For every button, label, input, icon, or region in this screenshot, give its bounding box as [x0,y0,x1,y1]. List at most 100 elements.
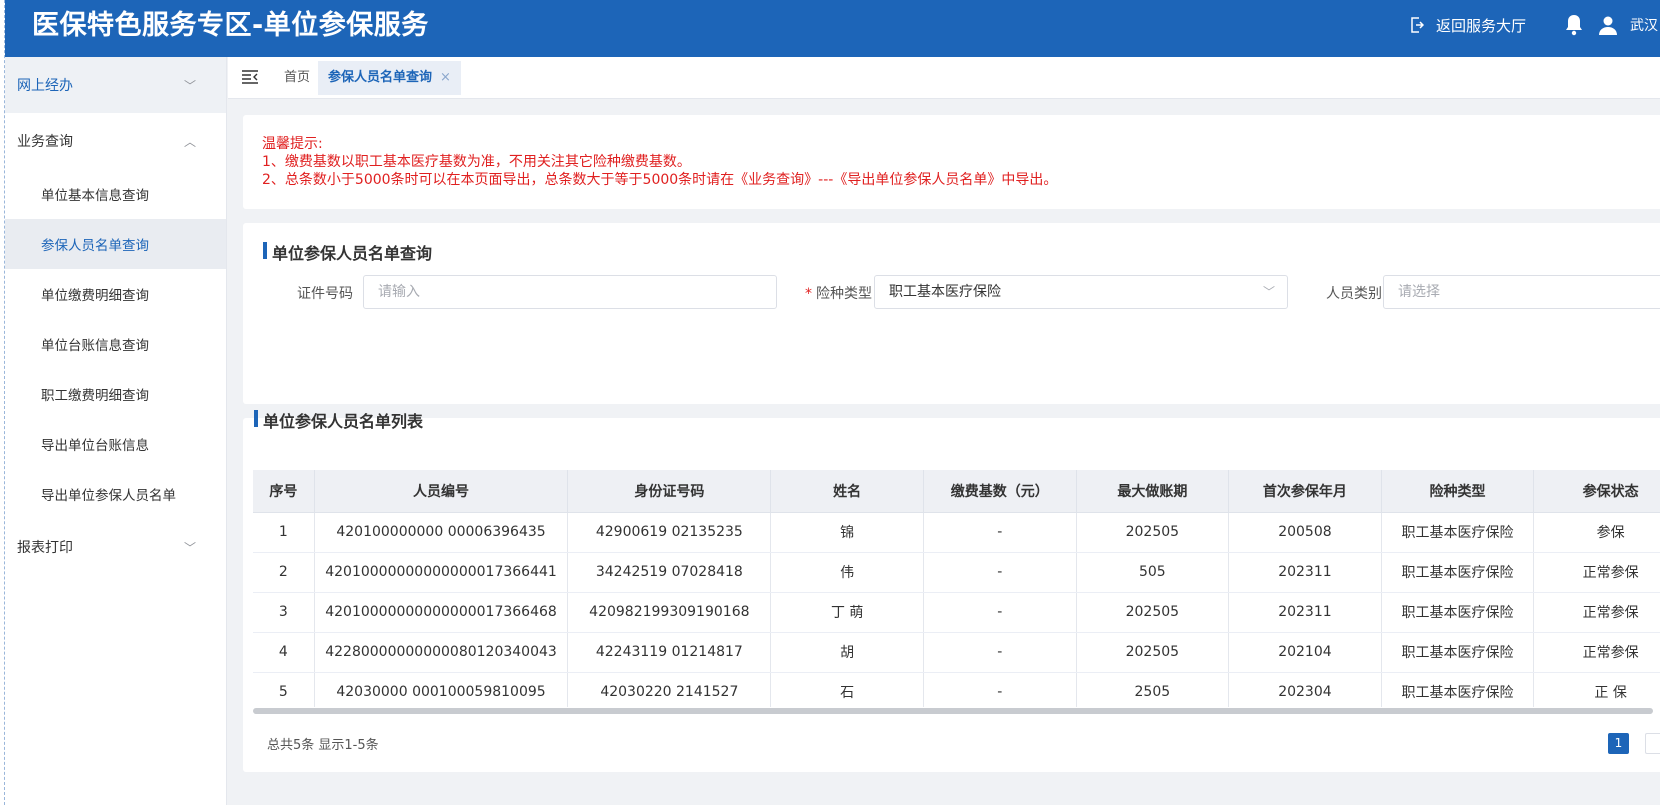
notice-line-2: 2、总条数小于5000条时可以在本页面导出，总条数大于等于5000条时请在《业务… [262,172,1058,188]
column-header: 身份证号码 [567,470,772,513]
sidebar-item-export-insured[interactable]: 导出单位参保人员名单 [5,469,226,519]
table-row[interactable]: 5 42030000 000100059810095 42030220 2141… [253,672,1660,713]
table-cell: 3 [253,592,315,633]
table-cell: 职工基本医疗保险 [1381,632,1535,673]
table-row[interactable]: 2 42010000000000000017366441 34242519 07… [253,552,1660,593]
return-hall-link[interactable]: 返回服务大厅 [1410,15,1526,36]
table-cell: 丁 萌 [770,592,924,633]
page-button-next[interactable] [1645,733,1660,754]
menu-group-label: 业务查询 [17,134,73,150]
id-number-input[interactable] [363,275,777,309]
tabs-bar: 首页 参保人员名单查询 × [228,57,1660,99]
menu-toggle-icon[interactable] [242,70,258,88]
return-hall-label: 返回服务大厅 [1436,16,1527,35]
person-category-select[interactable] [1383,275,1660,309]
sidebar-item-export-ledger[interactable]: 导出单位台账信息 [5,419,226,469]
table-cell: - [923,592,1077,633]
table-cell: 5 [253,672,315,713]
id-number-label: 证件号码 [297,286,353,302]
insurance-type-label: * 险种类型 [805,283,872,303]
table-cell: 2 [253,552,315,593]
chevron-up-icon: ︿ [183,134,196,149]
table-cell: - [923,632,1077,673]
sidebar-item-unit-ledger[interactable]: 单位台账信息查询 [5,319,226,369]
menu-group-report[interactable]: 报表打印 ﹀ [5,519,226,575]
insurance-type-label-text: 险种类型 [816,286,872,302]
table-cell: 200508 [1228,512,1382,553]
table-cell: 锦 [770,512,924,553]
table-cell: 职工基本医疗保险 [1381,672,1535,713]
chevron-down-icon: ﹀ [183,540,196,555]
table-cell: 42243119 01214817 [567,632,772,673]
table-row[interactable]: 3 42010000000000000017366468 42098219930… [253,592,1660,633]
menu-group-online[interactable]: 网上经办 ﹀ [5,57,226,113]
exit-icon [1411,17,1424,33]
table-cell: 1 [253,512,315,553]
table-cell: 职工基本医疗保险 [1381,592,1535,633]
sidebar-item-label: 职工缴费明细查询 [41,388,149,404]
menu-group-query[interactable]: 业务查询 ︿ [5,113,226,169]
horizontal-scrollbar[interactable] [253,707,1660,715]
menu-group-label: 网上经办 [17,78,73,94]
table-cell: 420982199309190168 [567,592,772,633]
sidebar-item-unit-payment[interactable]: 单位缴费明细查询 [5,269,226,319]
chevron-down-icon: ﹀ [183,78,196,93]
app-title: 医保特色服务专区-单位参保服务 [32,10,429,41]
table-cell: 参保 [1533,512,1660,553]
top-header: 医保特色服务专区-单位参保服务 返回服务大厅 武汉 [5,0,1660,57]
page-button-current[interactable]: 1 [1608,733,1629,754]
scrollbar-thumb[interactable] [253,708,1653,714]
table-cell: 202104 [1228,632,1382,673]
insurance-type-select[interactable]: 职工基本医疗保险 ﹀ [874,275,1288,309]
sidebar-item-unit-info[interactable]: 单位基本信息查询 [5,169,226,219]
table-cell: 420100000000 00006396435 [314,512,569,553]
sidebar-item-label: 导出单位台账信息 [41,438,149,454]
column-header: 最大做账期 [1076,470,1230,513]
table-cell: 42900619 02135235 [567,512,772,553]
person-category-label: 人员类别 [1326,286,1382,302]
sidebar-item-label: 单位台账信息查询 [41,338,149,354]
sidebar-item-employee-payment[interactable]: 职工缴费明细查询 [5,369,226,419]
close-icon[interactable]: × [440,70,451,85]
bell-icon[interactable] [1564,14,1584,36]
sidebar-item-label: 单位基本信息查询 [41,188,149,204]
table-cell: - [923,552,1077,593]
user-name[interactable]: 武汉 [1630,15,1658,35]
sidebar-item-insured-list[interactable]: 参保人员名单查询 [5,219,226,269]
column-header: 姓名 [770,470,924,513]
table-row[interactable]: 1 420100000000 00006396435 42900619 0213… [253,512,1660,553]
tab-home[interactable]: 首页 [278,57,316,99]
sidebar-item-label: 单位缴费明细查询 [41,288,149,304]
user-icon[interactable] [1598,15,1618,35]
table-cell: 202505 [1076,592,1230,633]
table-cell: 胡 [770,632,924,673]
header-actions: 返回服务大厅 武汉 [1410,10,1658,40]
table-cell: 2505 [1076,672,1230,713]
column-header: 首次参保年月 [1228,470,1382,513]
table-cell: 202311 [1228,552,1382,593]
column-header: 参保状态 [1533,470,1660,513]
table-row[interactable]: 4 42280000000000080120340043 42243119 01… [253,632,1660,673]
table-cell: 正常参保 [1533,552,1660,593]
table-cell: - [923,512,1077,553]
column-header: 险种类型 [1381,470,1535,513]
column-header: 缴费基数（元） [923,470,1077,513]
list-section-title: 单位参保人员名单列表 [254,408,423,432]
tab-insured-list[interactable]: 参保人员名单查询 × [318,61,461,95]
insured-table: 序号 人员编号 身份证号码 姓名 缴费基数（元） 最大做账期 首次参保年月 险种… [253,470,1660,713]
table-cell: 职工基本医疗保险 [1381,552,1535,593]
menu-group-label: 报表打印 [17,540,73,556]
column-header: 人员编号 [314,470,569,513]
table-cell: 202304 [1228,672,1382,713]
column-header: 序号 [253,470,315,513]
notice-panel: 温馨提示: 1、缴费基数以职工基本医疗基数为准，不用关注其它险种缴费基数。 2、… [243,115,1660,209]
sidebar: 网上经办 ﹀ 业务查询 ︿ 单位基本信息查询 参保人员名单查询 单位缴费明细查询… [5,57,227,805]
table-cell: 202505 [1076,632,1230,673]
table-cell: 202505 [1076,512,1230,553]
insurance-type-value: 职工基本医疗保险 [889,284,1001,300]
table-cell: - [923,672,1077,713]
chevron-down-icon: ﹀ [1262,285,1275,299]
table-cell: 34242519 07028418 [567,552,772,593]
table-cell: 42030000 000100059810095 [314,672,569,713]
table-cell: 42030220 2141527 [567,672,772,713]
